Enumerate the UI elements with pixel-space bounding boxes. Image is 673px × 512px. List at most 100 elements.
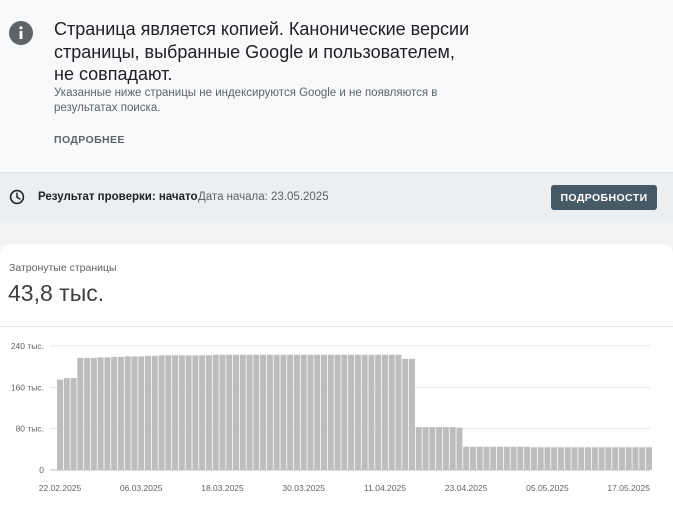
chart-bar[interactable] (138, 356, 145, 470)
chart-bar[interactable] (300, 354, 307, 470)
chart-bar[interactable] (145, 355, 152, 470)
chart-bar[interactable] (77, 357, 84, 470)
details-button[interactable]: ПОДРОБНОСТИ (551, 185, 657, 210)
chart-bar[interactable] (341, 354, 348, 470)
chart-bar[interactable] (293, 354, 300, 470)
chart-bar[interactable] (266, 354, 273, 470)
x-tick-label: 06.03.2025 (120, 483, 163, 493)
chart-bar[interactable] (327, 354, 334, 470)
info-icon (9, 21, 33, 45)
chart-bar[interactable] (605, 447, 612, 470)
learn-more-link[interactable]: ПОДРОБНЕЕ (54, 134, 125, 146)
chart-bar[interactable] (510, 446, 517, 470)
chart-bar[interactable] (178, 355, 185, 470)
chart-bar[interactable] (253, 354, 260, 470)
clock-icon (9, 189, 25, 205)
chart-bar[interactable] (409, 358, 416, 470)
chart-bar[interactable] (402, 358, 409, 470)
chart-bar[interactable] (151, 355, 158, 470)
chart-bar[interactable] (476, 446, 483, 470)
chart-bar[interactable] (63, 378, 70, 470)
chart-bar[interactable] (530, 447, 537, 470)
chart-bar[interactable] (361, 354, 368, 470)
chart-bar[interactable] (307, 354, 314, 470)
x-tick-label: 11.04.2025 (364, 483, 406, 493)
chart-bar[interactable] (124, 356, 131, 470)
chart-bar[interactable] (192, 355, 199, 470)
chart-bar[interactable] (436, 427, 443, 470)
chart-bar[interactable] (625, 447, 632, 470)
chart-bar[interactable] (185, 355, 192, 470)
x-tick-label: 18.03.2025 (201, 483, 244, 493)
chart-bar[interactable] (97, 357, 104, 470)
chart-bar[interactable] (158, 355, 165, 470)
x-tick-label: 05.05.2025 (526, 483, 569, 493)
chart-bar[interactable] (497, 446, 504, 470)
chart-bar[interactable] (172, 355, 179, 470)
chart-bar[interactable] (381, 354, 388, 470)
chart-bar[interactable] (469, 446, 476, 470)
chart-bar[interactable] (117, 356, 124, 470)
chart-bar[interactable] (618, 447, 625, 470)
chart-bar[interactable] (260, 354, 267, 470)
chart-bar[interactable] (598, 447, 605, 470)
chart-bar[interactable] (557, 447, 564, 470)
chart-bar[interactable] (90, 357, 97, 470)
x-tick-label: 17.05.2025 (607, 483, 650, 493)
chart-bar[interactable] (551, 447, 558, 470)
chart-bar[interactable] (490, 446, 497, 470)
affected-pages-chart: 0 80 тыс. 160 тыс. 240 тыс. 22.02.2025 06.03.… (11, 341, 652, 493)
chart-bar[interactable] (442, 427, 449, 470)
chart-bar[interactable] (205, 355, 212, 470)
chart-bar[interactable] (199, 355, 206, 470)
chart-bar[interactable] (612, 447, 619, 470)
chart-bar[interactable] (321, 354, 328, 470)
chart-bar[interactable] (422, 427, 429, 470)
chart-bar[interactable] (70, 378, 77, 470)
chart-bar[interactable] (212, 354, 219, 470)
chart-bar[interactable] (571, 447, 578, 470)
chart-bar[interactable] (395, 354, 402, 470)
chart-bar[interactable] (246, 354, 253, 470)
chart-bar[interactable] (591, 447, 598, 470)
chart-bar[interactable] (104, 357, 111, 470)
chart-bar[interactable] (578, 447, 585, 470)
chart-bar[interactable] (585, 447, 592, 470)
chart-bar[interactable] (280, 354, 287, 470)
chart-bar[interactable] (483, 446, 490, 470)
chart-bar[interactable] (564, 447, 571, 470)
chart-bar[interactable] (84, 357, 91, 470)
chart-bar[interactable] (639, 447, 646, 470)
chart-bar[interactable] (415, 427, 422, 470)
chart-bar[interactable] (219, 354, 226, 470)
chart-bar[interactable] (131, 356, 138, 470)
chart-bar[interactable] (524, 446, 531, 470)
chart-bar[interactable] (645, 447, 652, 470)
chart-bar[interactable] (239, 354, 246, 470)
chart-bar[interactable] (354, 354, 361, 470)
chart-bar[interactable] (334, 354, 341, 470)
chart-bar[interactable] (314, 354, 321, 470)
x-tick-label: 22.02.2025 (39, 483, 82, 493)
chart-bar[interactable] (456, 427, 463, 470)
chart-bar[interactable] (165, 355, 172, 470)
chart-bar[interactable] (463, 446, 470, 470)
chart-bar[interactable] (449, 427, 456, 470)
chart-bar[interactable] (544, 447, 551, 470)
chart-bar[interactable] (368, 354, 375, 470)
chart-bar[interactable] (226, 354, 233, 470)
chart-bar[interactable] (503, 446, 510, 470)
chart-bar[interactable] (388, 354, 395, 470)
chart-bar[interactable] (111, 356, 118, 470)
chart-bar[interactable] (348, 354, 355, 470)
chart-bar[interactable] (537, 447, 544, 470)
chart-bar[interactable] (632, 447, 639, 470)
chart-bar[interactable] (233, 354, 240, 470)
chart-bar[interactable] (273, 354, 280, 470)
chart-bar[interactable] (429, 427, 436, 470)
chart-bar[interactable] (375, 354, 382, 470)
chart-bar[interactable] (517, 446, 524, 470)
validation-status-label: Результат проверки: начато (38, 191, 198, 203)
chart-bar[interactable] (57, 379, 63, 470)
chart-bar[interactable] (287, 354, 294, 470)
